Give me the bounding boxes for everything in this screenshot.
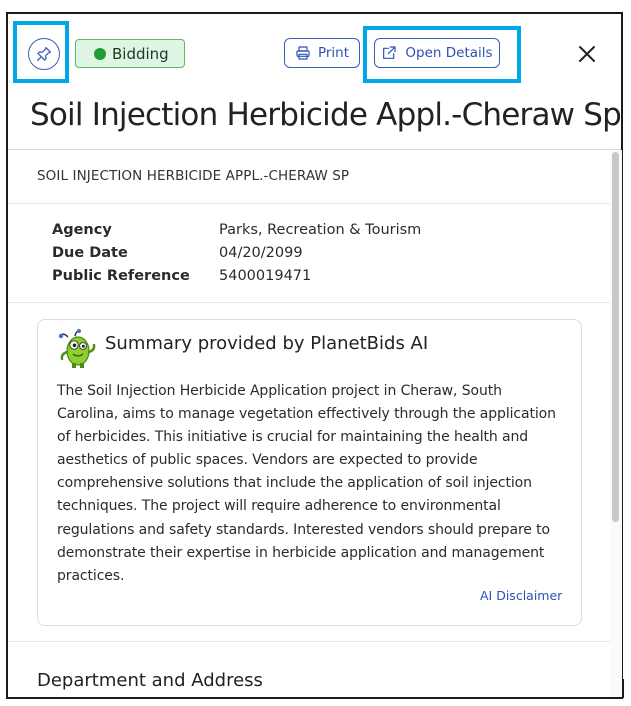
close-button[interactable] (575, 42, 599, 66)
divider (8, 302, 610, 303)
header-divider (8, 149, 621, 150)
status-dot (94, 47, 106, 60)
ai-disclaimer-link[interactable]: AI Disclaimer (480, 588, 562, 603)
close-icon (579, 46, 595, 62)
status-badge: Bidding (75, 39, 185, 68)
agency-label: Agency (52, 222, 112, 238)
scrollbar-thumb[interactable] (612, 152, 619, 522)
robot-mascot-icon (57, 328, 99, 370)
printer-icon (296, 46, 310, 60)
pin-button[interactable] (28, 38, 60, 70)
public-reference-value: 5400019471 (219, 268, 312, 284)
status-label: Bidding (112, 44, 169, 63)
due-date-label: Due Date (52, 245, 128, 261)
divider (8, 641, 610, 642)
print-button[interactable]: Print (284, 38, 360, 68)
department-address-heading: Department and Address (37, 670, 263, 691)
ai-summary-text: The Soil Injection Herbicide Application… (57, 383, 556, 584)
public-reference-label: Public Reference (52, 268, 190, 284)
divider (8, 203, 610, 204)
external-link-icon (383, 46, 397, 59)
open-details-label: Open Details (405, 45, 493, 61)
due-date-value: 04/20/2099 (219, 245, 303, 261)
print-label: Print (317, 45, 350, 61)
agency-value: Parks, Recreation & Tourism (219, 222, 422, 238)
bid-subtitle: SOIL INJECTION HERBICIDE APPL.-CHERAW SP (37, 168, 350, 184)
ai-summary-heading: Summary provided by PlanetBids AI (105, 333, 429, 354)
pin-icon (36, 46, 52, 62)
frame-bottom-edge (6, 697, 623, 699)
open-details-button[interactable]: Open Details (374, 38, 500, 68)
page-title: Soil Injection Herbicide Appl.-Cheraw Sp (30, 97, 622, 133)
frame-edge (622, 679, 624, 698)
